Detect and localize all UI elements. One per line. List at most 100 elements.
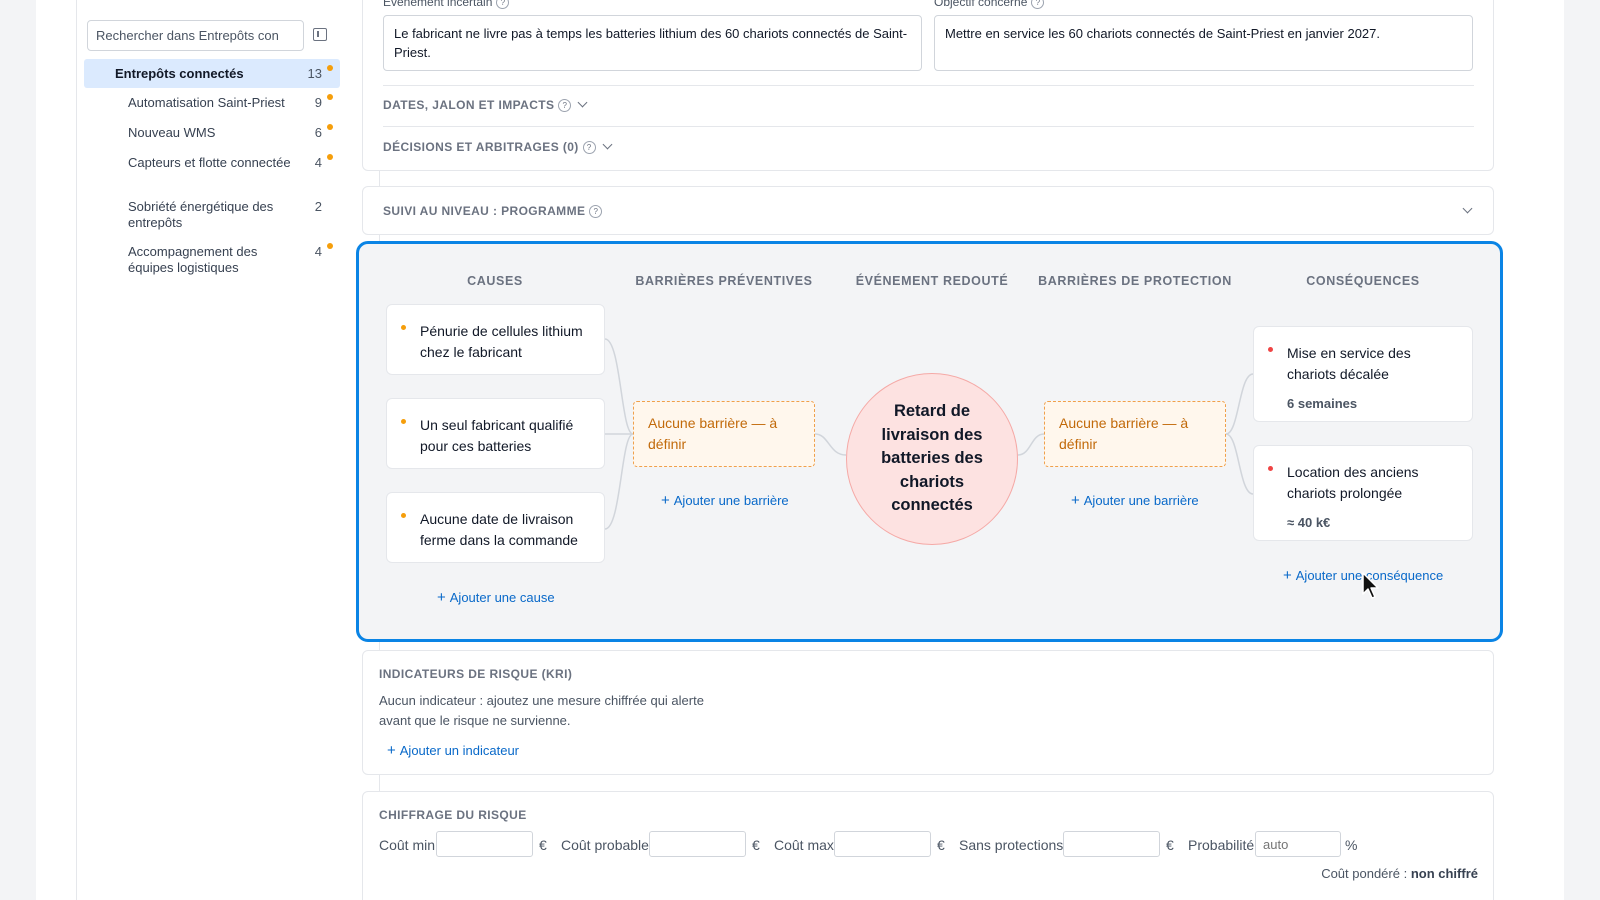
cost-min-input[interactable] (436, 831, 533, 857)
objective-label-wrap: Objectif concerné? (934, 0, 1045, 9)
currency-symbol: € (1166, 837, 1174, 853)
sidebar-collapse-icon[interactable] (313, 28, 327, 41)
plus-icon: + (1071, 492, 1080, 509)
consequence-impact: ≈ 40 k€ (1287, 515, 1331, 530)
help-icon[interactable]: ? (558, 99, 572, 112)
sidebar-item-count: 9 (314, 95, 322, 110)
add-preventive-barrier-button[interactable]: + Ajouter une barrière (661, 492, 789, 509)
sidebar-item-nouveau-wms[interactable]: Nouveau WMS 6 (84, 124, 340, 145)
sidebar-item-count: 4 (314, 244, 322, 259)
mouse-cursor-icon (1362, 572, 1379, 599)
decisions-section-toggle[interactable]: DÉCISIONS ET ARBITRAGES (0)? (383, 139, 613, 154)
cause-dot-icon (401, 513, 406, 518)
protection-barrier-placeholder[interactable]: Aucune barrière — à définir (1044, 401, 1226, 467)
followup-card[interactable]: SUIVI AU NIVEAU : PROGRAMME? (362, 186, 1494, 235)
sidebar-item-count: 4 (314, 155, 322, 170)
sidebar-item-count: 2 (314, 199, 322, 214)
divider (383, 85, 1474, 86)
followup-title: SUIVI AU NIVEAU : PROGRAMME (383, 204, 586, 218)
dreaded-event-circle[interactable]: Retard de livraison des batteries des ch… (846, 373, 1018, 545)
consequence-dot-icon (1268, 347, 1273, 352)
objective-textarea[interactable]: Mettre en service les 60 chariots connec… (934, 15, 1473, 71)
divider (383, 126, 1474, 127)
sidebar-item-label: Automatisation Saint-Priest (128, 95, 285, 110)
sidebar-item-label: Entrepôts connectés (115, 66, 244, 81)
sidebar-item-entrepots-connectes[interactable]: Entrepôts connectés 13 (84, 59, 340, 88)
plus-icon: + (437, 589, 446, 606)
unprotected-cost-label: Sans protections (959, 837, 1064, 853)
costing-title: CHIFFRAGE DU RISQUE (379, 808, 527, 822)
currency-symbol: € (539, 837, 547, 853)
protection-header: BARRIÈRES DE PROTECTION (1038, 274, 1232, 288)
add-cause-button[interactable]: + Ajouter une cause (437, 589, 555, 606)
dates-section-toggle[interactable]: DATES, JALON ET IMPACTS? (383, 97, 588, 112)
plus-icon: + (1283, 567, 1292, 584)
cause-card[interactable]: Un seul fabricant qualifié pour ces batt… (386, 398, 605, 469)
kri-empty-text: Aucun indicateur : ajoutez une mesure ch… (379, 693, 704, 728)
cause-card[interactable]: Aucune date de livraison ferme dans la c… (386, 492, 605, 563)
alert-dot-icon (327, 65, 333, 71)
sidebar-item-capteurs[interactable]: Capteurs et flotte connectée 4 (84, 154, 340, 189)
search-input[interactable] (87, 20, 304, 51)
sidebar-item-count: 13 (307, 66, 322, 81)
cause-text: Un seul fabricant qualifié pour ces batt… (420, 417, 574, 454)
sidebar-item-label: Capteurs et flotte connectée (128, 155, 291, 170)
cost-max-input[interactable] (834, 831, 931, 857)
cause-dot-icon (401, 419, 406, 424)
sidebar-item-label: Accompagnement des équipes logistiques (128, 244, 258, 275)
consequence-text: Mise en service des chariots décalée (1287, 345, 1411, 382)
help-icon[interactable]: ? (582, 141, 596, 154)
consequence-card[interactable]: Location des anciens chariots prolongée … (1253, 445, 1473, 541)
help-icon[interactable]: ? (1031, 0, 1045, 9)
preventive-barrier-placeholder[interactable]: Aucune barrière — à définir (633, 401, 815, 467)
cost-probable-label: Coût probable (561, 837, 649, 853)
weighted-cost: Coût pondéré : non chiffré (1250, 866, 1478, 881)
plus-icon: + (387, 742, 396, 759)
currency-symbol: € (937, 837, 945, 853)
alert-dot-icon (327, 124, 333, 130)
chevron-down-icon (602, 139, 613, 150)
kri-title: INDICATEURS DE RISQUE (KRI) (379, 667, 573, 681)
percent-symbol: % (1345, 837, 1358, 853)
add-indicator-button[interactable]: + Ajouter un indicateur (387, 742, 519, 759)
consequence-text: Location des anciens chariots prolongée (1287, 464, 1419, 501)
weighted-cost-label: Coût pondéré : (1321, 866, 1408, 881)
sidebar: Entrepôts connectés 13 Automatisation Sa… (76, 0, 380, 900)
add-protection-barrier-button[interactable]: + Ajouter une barrière (1071, 492, 1199, 509)
bowtie-diagram: CAUSES BARRIÈRES PRÉVENTIVES ÉVÉNEMENT R… (356, 241, 1503, 642)
consequences-header: CONSÉQUENCES (1306, 274, 1420, 288)
help-icon[interactable]: ? (496, 0, 510, 9)
cost-min-label: Coût min (379, 837, 436, 853)
add-protection-label: Ajouter une barrière (1083, 493, 1199, 508)
cause-dot-icon (401, 325, 406, 330)
sidebar-item-label: Nouveau WMS (128, 125, 216, 140)
risk-description-card: Événement incertain? Le fabricant ne liv… (362, 0, 1494, 171)
alert-dot-icon (327, 154, 333, 160)
sidebar-item-sobriete[interactable]: Sobriété énergétique des entrepôts 2 (84, 199, 340, 233)
event-textarea[interactable]: Le fabricant ne livre pas à temps les ba… (383, 15, 922, 71)
add-preventive-label: Ajouter une barrière (673, 493, 789, 508)
event-label: Événement incertain (383, 0, 493, 9)
event-label-wrap: Événement incertain? (383, 0, 510, 9)
help-icon[interactable]: ? (589, 205, 603, 218)
decisions-section-title: DÉCISIONS ET ARBITRAGES (0) (383, 140, 579, 154)
chevron-down-icon (577, 97, 588, 108)
add-cause-label: Ajouter une cause (449, 590, 555, 605)
consequence-card[interactable]: Mise en service des chariots décalée 6 s… (1253, 326, 1473, 422)
cause-card[interactable]: Pénurie de cellules lithium chez le fabr… (386, 304, 605, 375)
currency-symbol: € (752, 837, 760, 853)
objective-label: Objectif concerné (934, 0, 1028, 9)
sidebar-item-automatisation[interactable]: Automatisation Saint-Priest 9 (84, 94, 340, 115)
unprotected-cost-input[interactable] (1063, 831, 1160, 857)
cost-probable-input[interactable] (649, 831, 746, 857)
chevron-down-icon[interactable] (1462, 203, 1473, 214)
causes-header: CAUSES (467, 274, 523, 288)
kri-card: INDICATEURS DE RISQUE (KRI) Aucun indica… (362, 650, 1494, 775)
sidebar-item-accompagnement[interactable]: Accompagnement des équipes logistiques 4 (84, 243, 340, 278)
followup-title-wrap: SUIVI AU NIVEAU : PROGRAMME? (383, 204, 603, 218)
sidebar-item-count: 6 (314, 125, 322, 140)
cause-text: Aucune date de livraison ferme dans la c… (420, 511, 578, 548)
probability-input[interactable] (1255, 831, 1341, 857)
consequence-impact: 6 semaines (1287, 396, 1358, 411)
preventive-header: BARRIÈRES PRÉVENTIVES (635, 274, 813, 288)
